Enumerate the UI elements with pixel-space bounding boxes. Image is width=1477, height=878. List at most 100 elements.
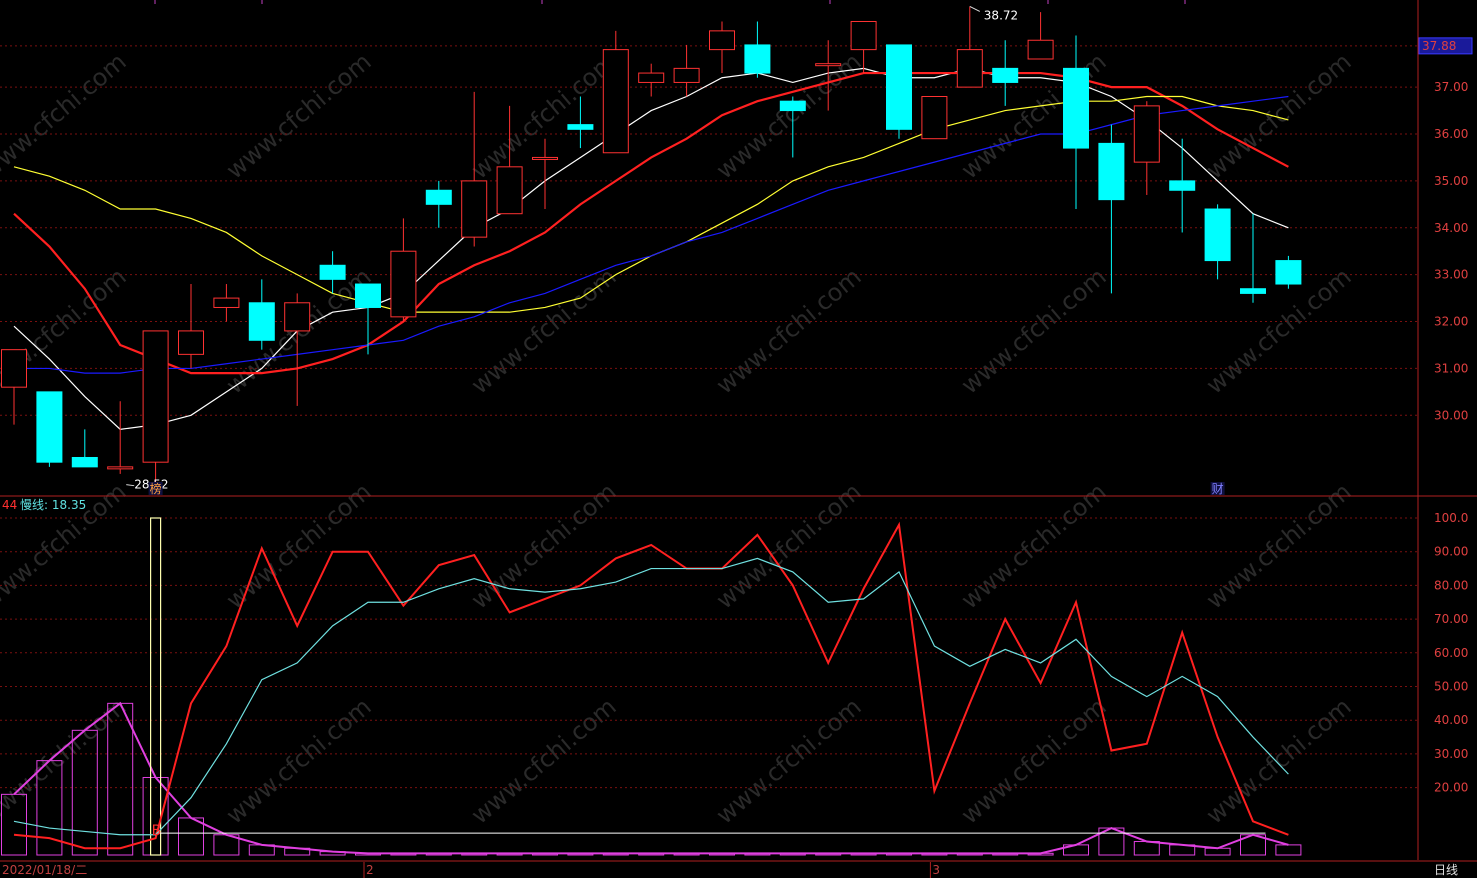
candle-body: [496, 166, 523, 215]
indicator-bar: [1133, 841, 1160, 856]
time-axis-label: 2: [366, 863, 374, 877]
watermark-text: www.cfchi.com: [466, 262, 622, 399]
indicator-bar: [142, 776, 169, 856]
candle-body: [956, 49, 983, 88]
indicator-axis: 100.0 90.00 80.00 70.00 60.00 50.00 40.00 30.00…: [1434, 511, 1468, 795]
candle-body: [284, 302, 311, 332]
candle-body: [602, 49, 629, 154]
candle-body: [673, 67, 700, 83]
high-marker-line: [969, 6, 981, 12]
moving-average-line: [14, 95, 1289, 374]
indicator-line: [13, 557, 1289, 836]
candle-body: [461, 180, 488, 238]
indicator-tick-label: 50.00: [1434, 680, 1468, 694]
candle-body: [71, 456, 98, 468]
watermark-text: www.cfchi.com: [1201, 692, 1357, 829]
watermark-text: www.cfchi.com: [711, 262, 867, 399]
watermark-text: www.cfchi.com: [711, 692, 867, 829]
time-axis-bar: [0, 862, 1477, 878]
indicator-tick-label: 100.0: [1434, 511, 1468, 525]
candle-body: [355, 283, 381, 308]
candle-body: [178, 330, 204, 355]
watermark-text: www.cfchi.com: [1201, 477, 1357, 614]
candlestick-series: [1, 6, 1302, 485]
candle-body: [744, 44, 771, 74]
buy-marker: B: [152, 823, 162, 839]
indicator-tick-label: 40.00: [1434, 713, 1468, 727]
candle-body: [36, 391, 63, 463]
candle-body: [709, 30, 735, 51]
candle-body: [1063, 67, 1089, 149]
candle-body: [1098, 142, 1125, 201]
price-tick-label: 31.00: [1434, 361, 1468, 375]
candle-body: [1027, 39, 1054, 60]
watermark-layer: www.cfchi.com www.cfchi.com www.cfchi.com w…: [0, 47, 1357, 829]
indicator-bar: [1204, 847, 1231, 856]
candle-body: [425, 189, 452, 205]
watermark-text: www.cfchi.com: [956, 692, 1112, 829]
candle-body: [390, 250, 417, 318]
candle-body: [107, 466, 134, 470]
period-label: 日线: [1434, 863, 1458, 877]
candle-body: [886, 44, 912, 130]
watermark-text: www.cfchi.com: [956, 262, 1112, 399]
candle-body: [921, 96, 948, 140]
candle-body: [567, 124, 594, 130]
indicator-tick-label: 70.00: [1434, 612, 1468, 626]
watermark-text: www.cfchi.com: [221, 47, 377, 184]
indicator-legend-slow: 慢线: 18.35: [20, 498, 86, 512]
watermark-text: www.cfchi.com: [1201, 47, 1357, 184]
price-tick-label: 33.00: [1434, 268, 1468, 282]
high-label: 38.72: [984, 8, 1018, 22]
indicator-tick-label: 20.00: [1434, 781, 1468, 795]
low-marker-line: [126, 484, 135, 487]
candle-body: [1275, 260, 1302, 285]
time-axis-label: 2022/01/18/二: [2, 863, 87, 877]
candle-body: [1204, 208, 1231, 262]
watermark-text: www.cfchi.com: [466, 692, 622, 829]
price-badge-label: 37.88: [1422, 39, 1456, 53]
indicator-tick-label: 30.00: [1434, 747, 1468, 761]
candle-body: [1240, 288, 1266, 294]
candle-body: [1, 349, 27, 388]
indicator-legend-prefix: 44: [2, 498, 17, 512]
price-tick-label: 30.00: [1434, 408, 1468, 422]
candle-body: [532, 156, 558, 160]
candle-body: [142, 330, 169, 463]
price-tick-label: 36.00: [1434, 127, 1468, 141]
candle-body: [638, 72, 665, 83]
grid-layer: [0, 45, 1418, 789]
price-tick-label: 32.00: [1434, 315, 1468, 329]
event-marker: 榜: [150, 481, 162, 496]
indicator-bar: [1275, 844, 1302, 856]
watermark-text: www.cfchi.com: [711, 477, 867, 614]
candle-body: [248, 302, 275, 341]
watermark-text: www.cfchi.com: [0, 47, 132, 184]
candle-body: [1133, 105, 1160, 163]
price-tick-label: 37.00: [1434, 80, 1468, 94]
time-axis-label: 3: [932, 863, 940, 877]
watermark-text: www.cfchi.com: [221, 692, 377, 829]
watermark-text: www.cfchi.com: [0, 692, 132, 829]
indicator-tick-label: 80.00: [1434, 578, 1468, 592]
stock-chart[interactable]: www.cfchi.com www.cfchi.com www.cfchi.com w…: [0, 0, 1477, 878]
candle-body: [779, 100, 806, 112]
candle-body: [213, 297, 240, 308]
candle-body: [992, 67, 1019, 83]
moving-average-line: [13, 67, 1289, 430]
candle-body: [815, 63, 842, 67]
indicator-tick-label: 90.00: [1434, 545, 1468, 559]
moving-average-line: [13, 71, 1289, 375]
price-axis: 37.00 36.00 35.00 34.00 33.00 32.00 31.00 30.00…: [1418, 37, 1473, 422]
watermark-text: www.cfchi.com: [956, 477, 1112, 614]
price-tick-label: 34.00: [1434, 221, 1468, 235]
candle-body: [850, 20, 877, 51]
watermark-text: www.cfchi.com: [711, 47, 867, 184]
price-tick-label: 35.00: [1434, 174, 1468, 188]
watermark-text: www.cfchi.com: [466, 47, 622, 184]
candle-body: [319, 264, 346, 280]
indicator-bar: [178, 817, 204, 856]
moving-average-lines: [13, 67, 1289, 430]
indicator-tick-label: 60.00: [1434, 646, 1468, 660]
candle-body: [1169, 180, 1196, 191]
